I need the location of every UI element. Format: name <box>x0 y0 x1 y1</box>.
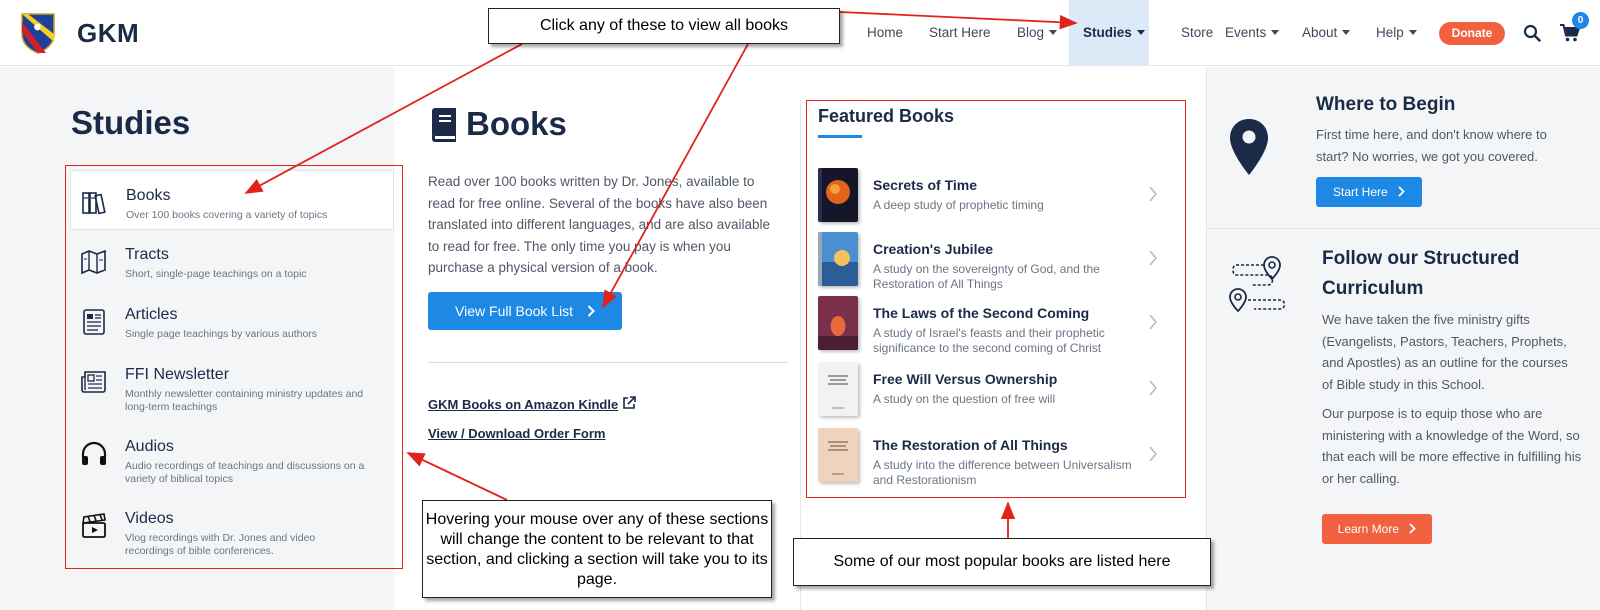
books-title: Books <box>466 105 567 142</box>
divider <box>428 362 788 363</box>
book-icon <box>432 108 456 142</box>
curriculum-title: Follow our Structured Curriculum <box>1322 248 1520 299</box>
nav-label: Store <box>1181 25 1214 40</box>
annotation-highlight-menu <box>65 165 403 569</box>
nav-about[interactable]: About <box>1288 0 1364 66</box>
nav-home[interactable]: Home <box>853 0 917 66</box>
button-label: Start Here <box>1332 185 1388 199</box>
nav-help[interactable]: Help <box>1362 0 1431 66</box>
annotation-highlight-featured <box>806 100 1186 498</box>
search-icon[interactable] <box>1523 24 1541 42</box>
nav-label: About <box>1302 25 1338 40</box>
order-form-link[interactable]: View / Download Order Form <box>428 426 605 441</box>
nav-label: Studies <box>1083 25 1132 40</box>
caret-down-icon <box>1342 29 1351 35</box>
nav-label: Help <box>1376 25 1404 40</box>
annotation-callout: Some of our most popular books are liste… <box>793 538 1211 586</box>
button-label: View Full Book List <box>455 303 574 319</box>
annotation-callout: Click any of these to view all books <box>488 8 840 44</box>
map-pin-icon <box>1230 119 1268 175</box>
chevron-right-icon <box>1409 523 1417 534</box>
nav-label: Start Here <box>929 25 991 40</box>
curriculum-text: We have taken the five ministry gifts (E… <box>1322 312 1568 392</box>
where-to-begin-text: First time here, and don't know where to… <box>1316 127 1547 164</box>
books-description: Read over 100 books written by Dr. Jones… <box>428 174 770 275</box>
nav-events[interactable]: Events <box>1211 0 1293 66</box>
nav-studies[interactable]: Studies <box>1069 0 1149 66</box>
curriculum-text: Our purpose is to equip those who are mi… <box>1322 406 1582 486</box>
nav-label: Blog <box>1017 25 1045 40</box>
logo-text[interactable]: GKM <box>77 18 139 49</box>
caret-down-icon <box>1136 29 1145 35</box>
nav-label: Home <box>867 25 904 40</box>
nav-blog[interactable]: Blog <box>1003 0 1071 66</box>
content-divider <box>800 100 801 610</box>
studies-title: Studies <box>71 104 191 141</box>
nav-start-here[interactable]: Start Here <box>915 0 1005 66</box>
chevron-right-icon <box>1398 186 1405 197</box>
donate-button[interactable]: Donate <box>1439 22 1505 45</box>
caret-down-icon <box>1408 29 1417 35</box>
caret-down-icon <box>1271 29 1280 35</box>
start-here-button[interactable]: Start Here <box>1316 177 1422 207</box>
amazon-kindle-link[interactable]: GKM Books on Amazon Kindle <box>428 397 618 412</box>
where-to-begin-title: Where to Begin <box>1316 94 1456 115</box>
nav-label: Events <box>1225 25 1267 40</box>
external-link-icon[interactable] <box>622 396 636 410</box>
annotation-callout: Hovering your mouse over any of these se… <box>422 500 772 598</box>
chevron-right-icon <box>587 305 595 317</box>
route-icon <box>1229 256 1286 313</box>
learn-more-button[interactable]: Learn More <box>1322 514 1432 544</box>
logo-shield-icon[interactable] <box>20 12 56 54</box>
cart-count-badge: 0 <box>1572 12 1589 29</box>
caret-down-icon <box>1049 29 1058 35</box>
view-full-book-list-button[interactable]: View Full Book List <box>428 292 622 330</box>
button-label: Learn More <box>1337 522 1400 536</box>
